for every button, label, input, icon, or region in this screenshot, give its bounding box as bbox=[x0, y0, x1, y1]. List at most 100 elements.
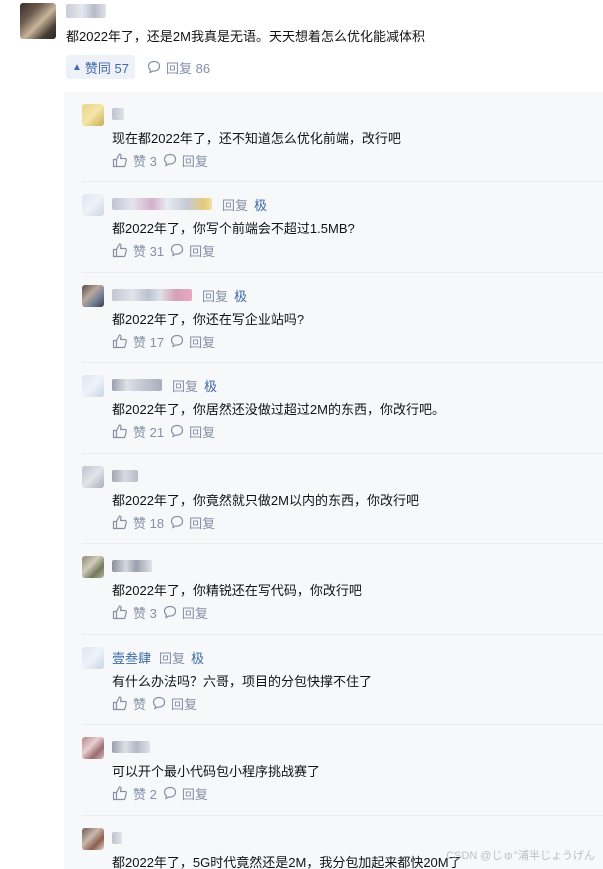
reply-actions: 赞 3 回复 bbox=[112, 602, 208, 622]
reply-header bbox=[112, 468, 138, 484]
username-blurred[interactable] bbox=[112, 379, 162, 391]
username-blurred[interactable] bbox=[66, 4, 106, 18]
username-blurred[interactable] bbox=[112, 560, 152, 572]
like-button[interactable]: 赞 18 bbox=[112, 513, 164, 532]
head-reply-link[interactable]: 回复 bbox=[222, 195, 248, 214]
author-tag[interactable]: 极 bbox=[191, 648, 204, 667]
username-link[interactable]: 壹叁肆 bbox=[112, 648, 151, 667]
author-tag[interactable]: 极 bbox=[204, 376, 217, 395]
avatar[interactable] bbox=[82, 285, 104, 307]
reply-label: 回复 bbox=[189, 515, 216, 531]
like-button[interactable]: 赞 21 bbox=[112, 422, 164, 441]
like-button[interactable]: 赞 3 bbox=[112, 603, 157, 622]
avatar[interactable] bbox=[82, 375, 104, 397]
author-tag[interactable]: 极 bbox=[234, 286, 247, 305]
reply-item: 回复 极 都2022年了，你还在写企业站吗? 赞 17 回复 bbox=[64, 273, 603, 363]
reply-content: 都2022年了，你竟然就只做2M以内的东西，你改行吧 bbox=[112, 493, 419, 508]
upvote-triangle-icon: ▲ bbox=[72, 61, 82, 73]
author-tag[interactable]: 极 bbox=[254, 195, 267, 214]
avatar[interactable] bbox=[82, 194, 104, 216]
reply-button[interactable]: 回复 bbox=[170, 422, 215, 441]
avatar[interactable] bbox=[20, 3, 56, 39]
avatar[interactable] bbox=[82, 556, 104, 578]
reply-button[interactable]: 回复 bbox=[170, 332, 215, 351]
like-button[interactable]: 赞 bbox=[112, 694, 146, 713]
reply-button[interactable]: 回复 bbox=[170, 513, 215, 532]
thumbs-up-icon bbox=[112, 423, 127, 438]
reply-button[interactable]: 回复 bbox=[163, 151, 208, 170]
head-reply-link[interactable]: 回复 bbox=[172, 376, 198, 395]
like-count: 赞 2 bbox=[133, 786, 157, 802]
avatar[interactable] bbox=[82, 828, 104, 850]
like-count: 赞 31 bbox=[133, 243, 165, 259]
reply-actions: 赞 18 回复 bbox=[112, 512, 215, 532]
like-button[interactable]: 赞 2 bbox=[112, 784, 157, 803]
reply-actions: 赞 3 回复 bbox=[112, 150, 208, 170]
reply-content: 都2022年了，你精锐还在写代码，你改行吧 bbox=[112, 583, 362, 598]
like-count: 赞 18 bbox=[133, 515, 165, 531]
thumbs-up-icon bbox=[112, 333, 127, 348]
username-blurred[interactable] bbox=[112, 741, 150, 753]
head-reply-link[interactable]: 回复 bbox=[202, 286, 228, 305]
like-button[interactable]: 赞 17 bbox=[112, 332, 164, 351]
avatar[interactable] bbox=[82, 737, 104, 759]
upvote-button[interactable]: ▲ 赞同 57 bbox=[66, 55, 135, 79]
reply-header bbox=[112, 739, 150, 755]
like-count: 赞 17 bbox=[133, 334, 165, 350]
reply-content: 都2022年了，你居然还没做过超过2M的东西，你改行吧。 bbox=[112, 402, 445, 417]
username-blurred[interactable] bbox=[112, 198, 212, 210]
reply-item: 回复 极 都2022年了，你写个前端会不超过1.5MB? 赞 31 回复 bbox=[64, 182, 603, 273]
reply-content: 可以开个最小代码包小程序挑战赛了 bbox=[112, 764, 321, 779]
like-count: 赞 3 bbox=[133, 153, 157, 169]
reply-header: 回复 极 bbox=[112, 286, 247, 305]
thumbs-up-icon bbox=[112, 785, 127, 800]
reply-actions: 赞 回复 bbox=[112, 693, 197, 713]
reply-item: 都2022年了，你精锐还在写代码，你改行吧 赞 3 回复 bbox=[64, 544, 603, 635]
username-blurred[interactable] bbox=[112, 108, 124, 120]
reply-label: 回复 bbox=[189, 243, 216, 259]
reply-label: 回复 bbox=[181, 153, 208, 169]
reply-actions: 赞 2 回复 bbox=[112, 783, 208, 803]
replies-panel: 现在都2022年了，还不知道怎么优化前端，改行吧 赞 3 回复 回复 极 都20… bbox=[64, 92, 603, 869]
reply-content: 都2022年了，你写个前端会不超过1.5MB? bbox=[112, 221, 355, 236]
avatar[interactable] bbox=[82, 104, 104, 126]
watermark: CSDN @じゅ°浦半じょうげん bbox=[446, 850, 595, 862]
comment-bubble-icon bbox=[170, 424, 184, 438]
reply-content: 有什么办法吗？六哥，项目的分包快撑不住了 bbox=[112, 674, 373, 689]
username-blurred[interactable] bbox=[112, 470, 138, 482]
reply-content: 都2022年了，5G时代竟然还是2M，我分包加起来都快20M了 bbox=[112, 855, 462, 869]
comment-bubble-icon bbox=[147, 60, 161, 74]
like-button[interactable]: 赞 31 bbox=[112, 241, 164, 260]
avatar[interactable] bbox=[82, 647, 104, 669]
reply-label: 回复 bbox=[189, 424, 216, 440]
reply-item: 都2022年了，你竟然就只做2M以内的东西，你改行吧 赞 18 回复 bbox=[64, 454, 603, 544]
thumbs-up-icon bbox=[112, 695, 127, 710]
reply-item: 现在都2022年了，还不知道怎么优化前端，改行吧 赞 3 回复 bbox=[64, 92, 603, 182]
comment-bubble-icon bbox=[170, 515, 184, 529]
username-blurred[interactable] bbox=[112, 289, 192, 301]
reply-header bbox=[112, 830, 122, 846]
reply-button[interactable]: 回复 86 bbox=[147, 58, 210, 77]
comment-bubble-icon bbox=[170, 334, 184, 348]
reply-actions: 赞 31 回复 bbox=[112, 240, 215, 260]
comment-actions: ▲ 赞同 57 回复 86 bbox=[66, 55, 210, 79]
username-blurred[interactable] bbox=[112, 832, 122, 844]
reply-header bbox=[112, 106, 124, 122]
reply-button[interactable]: 回复 bbox=[170, 241, 215, 260]
top-comment: 都2022年了，还是2M我真是无语。天天想着怎么优化能减体积 ▲ 赞同 57 回… bbox=[0, 0, 603, 90]
reply-content: 都2022年了，你还在写企业站吗? bbox=[112, 312, 305, 327]
reply-button[interactable]: 回复 bbox=[152, 694, 197, 713]
reply-button[interactable]: 回复 bbox=[163, 784, 208, 803]
thumbs-up-icon bbox=[112, 514, 127, 529]
like-button[interactable]: 赞 3 bbox=[112, 151, 157, 170]
reply-actions: 赞 21 回复 bbox=[112, 421, 215, 441]
reply-button[interactable]: 回复 bbox=[163, 603, 208, 622]
thumbs-up-icon bbox=[112, 604, 127, 619]
avatar[interactable] bbox=[82, 466, 104, 488]
reply-item: 可以开个最小代码包小程序挑战赛了 赞 2 回复 bbox=[64, 725, 603, 816]
reply-label: 回复 bbox=[171, 696, 198, 712]
head-reply-link[interactable]: 回复 bbox=[159, 648, 185, 667]
reply-header: 壹叁肆 回复 极 bbox=[112, 648, 204, 667]
reply-label: 回复 bbox=[181, 605, 208, 621]
like-count: 赞 3 bbox=[133, 605, 157, 621]
